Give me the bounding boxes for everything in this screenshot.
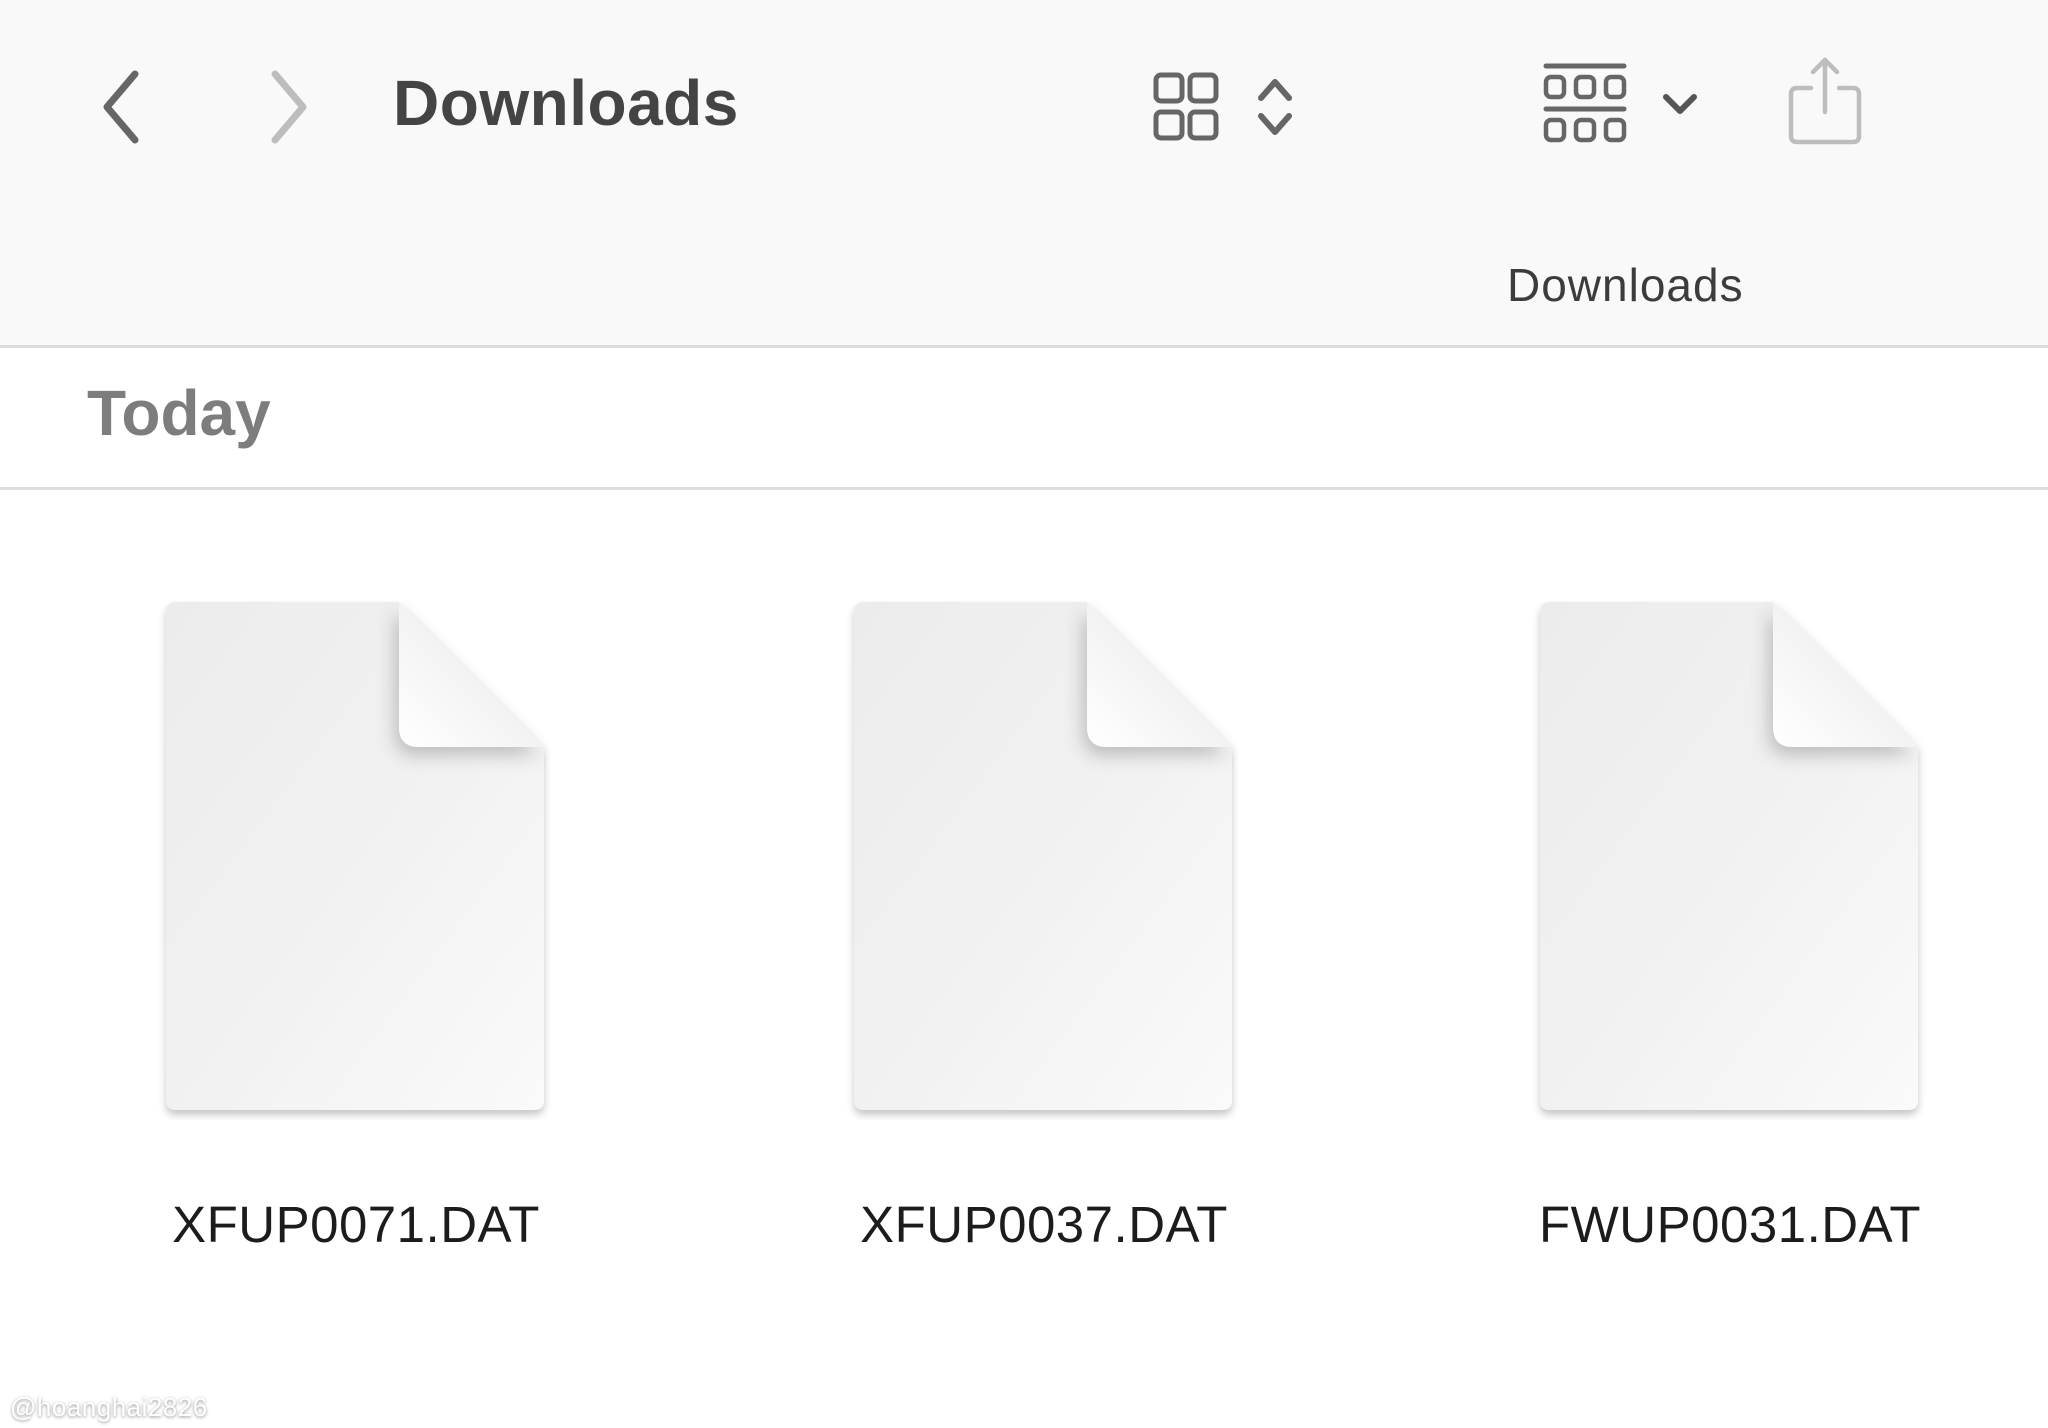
chevron-up-down-icon	[1258, 79, 1292, 135]
chevron-right-icon	[271, 70, 307, 144]
file-name: FWUP0031.DAT	[1539, 1196, 1921, 1253]
file-name: XFUP0071.DAT	[172, 1196, 540, 1253]
chevron-down-icon	[1663, 94, 1697, 114]
section-title: Today	[87, 377, 271, 449]
file-item[interactable]: XFUP0071.DAT	[96, 600, 616, 1260]
group-by-icon	[1543, 63, 1627, 143]
forward-button[interactable]	[250, 62, 320, 152]
section-header: Today	[0, 348, 2048, 490]
file-name: XFUP0037.DAT	[860, 1196, 1228, 1253]
view-mode-button[interactable]	[1145, 62, 1310, 152]
group-by-button[interactable]	[1535, 55, 1715, 155]
generic-document-icon	[854, 602, 1232, 1110]
icon-grid-view-icon	[1153, 72, 1219, 141]
chevron-left-icon	[103, 70, 139, 144]
location-label: Downloads	[1507, 259, 1744, 311]
share-button[interactable]	[1775, 52, 1875, 152]
file-item[interactable]: FWUP0031.DAT	[1470, 600, 1990, 1260]
toolbar: Downloads Downloads	[0, 0, 2048, 348]
generic-document-icon	[1540, 602, 1918, 1110]
window-title: Downloads	[393, 67, 739, 139]
generic-document-icon	[166, 602, 544, 1110]
back-button[interactable]	[90, 62, 160, 152]
share-icon	[1788, 57, 1862, 145]
file-item[interactable]: XFUP0037.DAT	[784, 600, 1304, 1260]
watermark: @hoanghai2826	[10, 1392, 208, 1422]
